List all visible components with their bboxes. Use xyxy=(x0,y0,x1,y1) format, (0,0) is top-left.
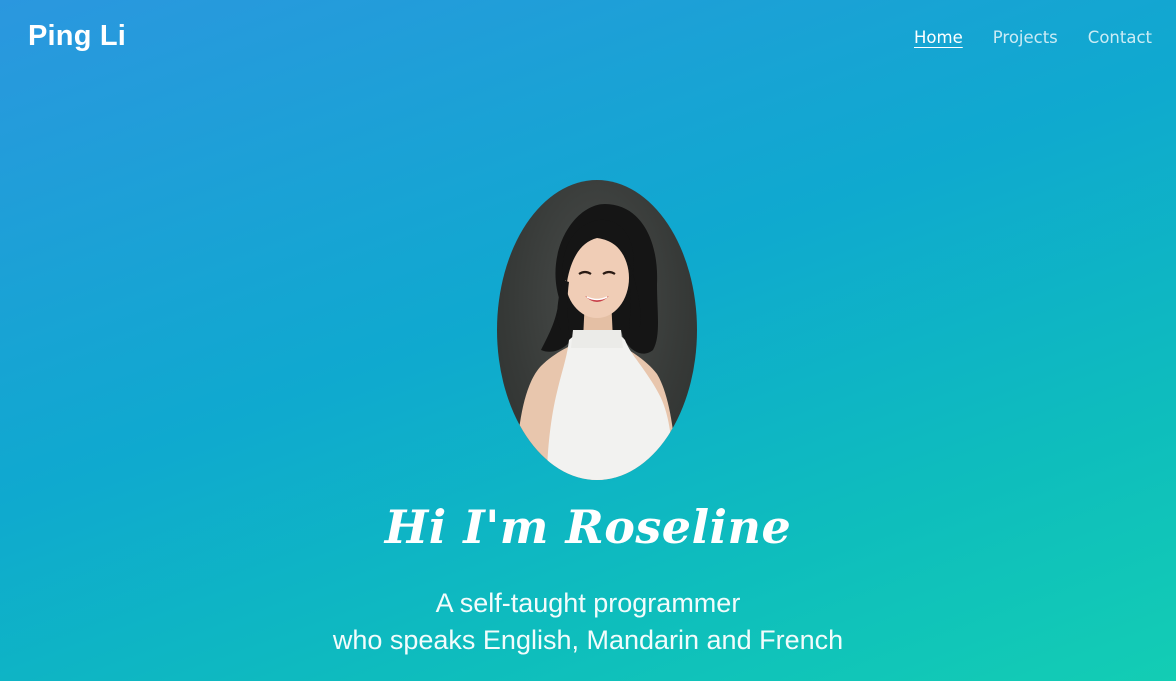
hero-tagline-line2: who speaks English, Mandarin and French xyxy=(332,625,844,655)
nav-contact-link[interactable]: Contact xyxy=(1088,28,1152,47)
main-nav: Home Projects Contact xyxy=(914,28,1152,47)
profile-photo xyxy=(497,180,697,480)
brand-logo[interactable]: Ping Li xyxy=(28,20,126,53)
hero-headline: Hi I'm Roseline xyxy=(384,500,792,554)
hero-tagline-line1: A self-taught programmer xyxy=(435,588,741,618)
nav-home-link[interactable]: Home xyxy=(914,28,963,47)
nav-projects-link[interactable]: Projects xyxy=(993,28,1058,47)
